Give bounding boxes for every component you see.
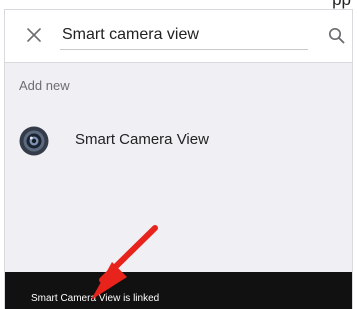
toast-message: Smart Camera View is linked [31,293,160,304]
list-item-label: Smart Camera View [75,131,209,148]
search-button[interactable] [323,22,349,48]
close-button[interactable] [21,22,47,48]
toast-notification: Smart Camera View is linked [5,272,352,309]
page: pp Add new [0,0,357,309]
search-input[interactable] [60,20,308,50]
section-header-add-new: Add new [19,78,70,93]
search-bar [5,10,352,63]
search-screen: Add new Smart Camera View Smart Camera V… [4,9,353,309]
header-title-partial: pp [332,0,351,8]
search-icon [328,27,344,43]
list-item-smart-camera-view[interactable]: Smart Camera View [5,112,352,172]
camera-lens-icon [19,126,49,156]
close-icon [27,28,41,42]
